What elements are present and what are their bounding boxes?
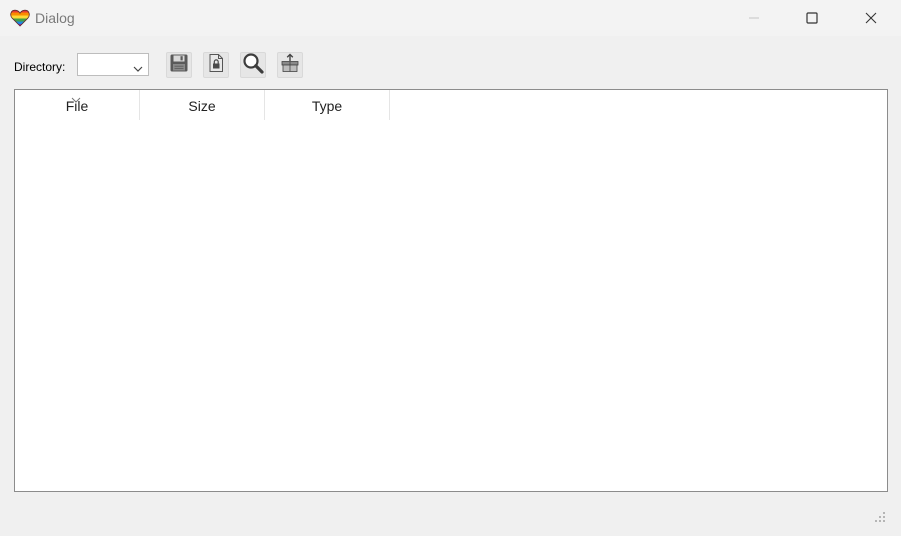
- close-icon: [865, 12, 877, 24]
- toolbar: Directory:: [0, 36, 901, 90]
- save-button[interactable]: [166, 52, 192, 78]
- chevron-down-icon: [133, 60, 143, 78]
- column-header-file[interactable]: File: [15, 90, 140, 120]
- window-title: Dialog: [35, 10, 75, 26]
- column-header-size[interactable]: Size: [140, 90, 265, 120]
- column-header-type[interactable]: Type: [265, 90, 390, 120]
- locked-file-icon: [207, 53, 225, 78]
- sort-descending-icon: [71, 90, 81, 106]
- lock-file-button[interactable]: [203, 52, 229, 78]
- file-list-header: File Size Type: [15, 90, 390, 120]
- minimize-icon: [748, 12, 760, 24]
- directory-label: Directory:: [14, 60, 66, 74]
- directory-dropdown[interactable]: [77, 53, 149, 76]
- floppy-save-icon: [169, 53, 189, 78]
- close-button[interactable]: [842, 0, 900, 36]
- file-list[interactable]: File Size Type: [14, 89, 888, 492]
- column-label: Type: [311, 98, 343, 114]
- column-label: Size: [188, 98, 216, 114]
- box-upload-icon: [280, 53, 300, 78]
- minimize-button[interactable]: [725, 0, 783, 36]
- resize-grip-icon[interactable]: [875, 511, 887, 523]
- search-button[interactable]: [240, 52, 266, 78]
- title-bar[interactable]: Dialog: [0, 0, 901, 36]
- maximize-button[interactable]: [783, 0, 841, 36]
- dialog-window: Dialog Directory: File Size Type: [0, 0, 901, 536]
- maximize-icon: [806, 12, 818, 24]
- magnifier-search-icon: [242, 52, 264, 79]
- upload-box-button[interactable]: [277, 52, 303, 78]
- rainbow-heart-icon: [10, 8, 30, 28]
